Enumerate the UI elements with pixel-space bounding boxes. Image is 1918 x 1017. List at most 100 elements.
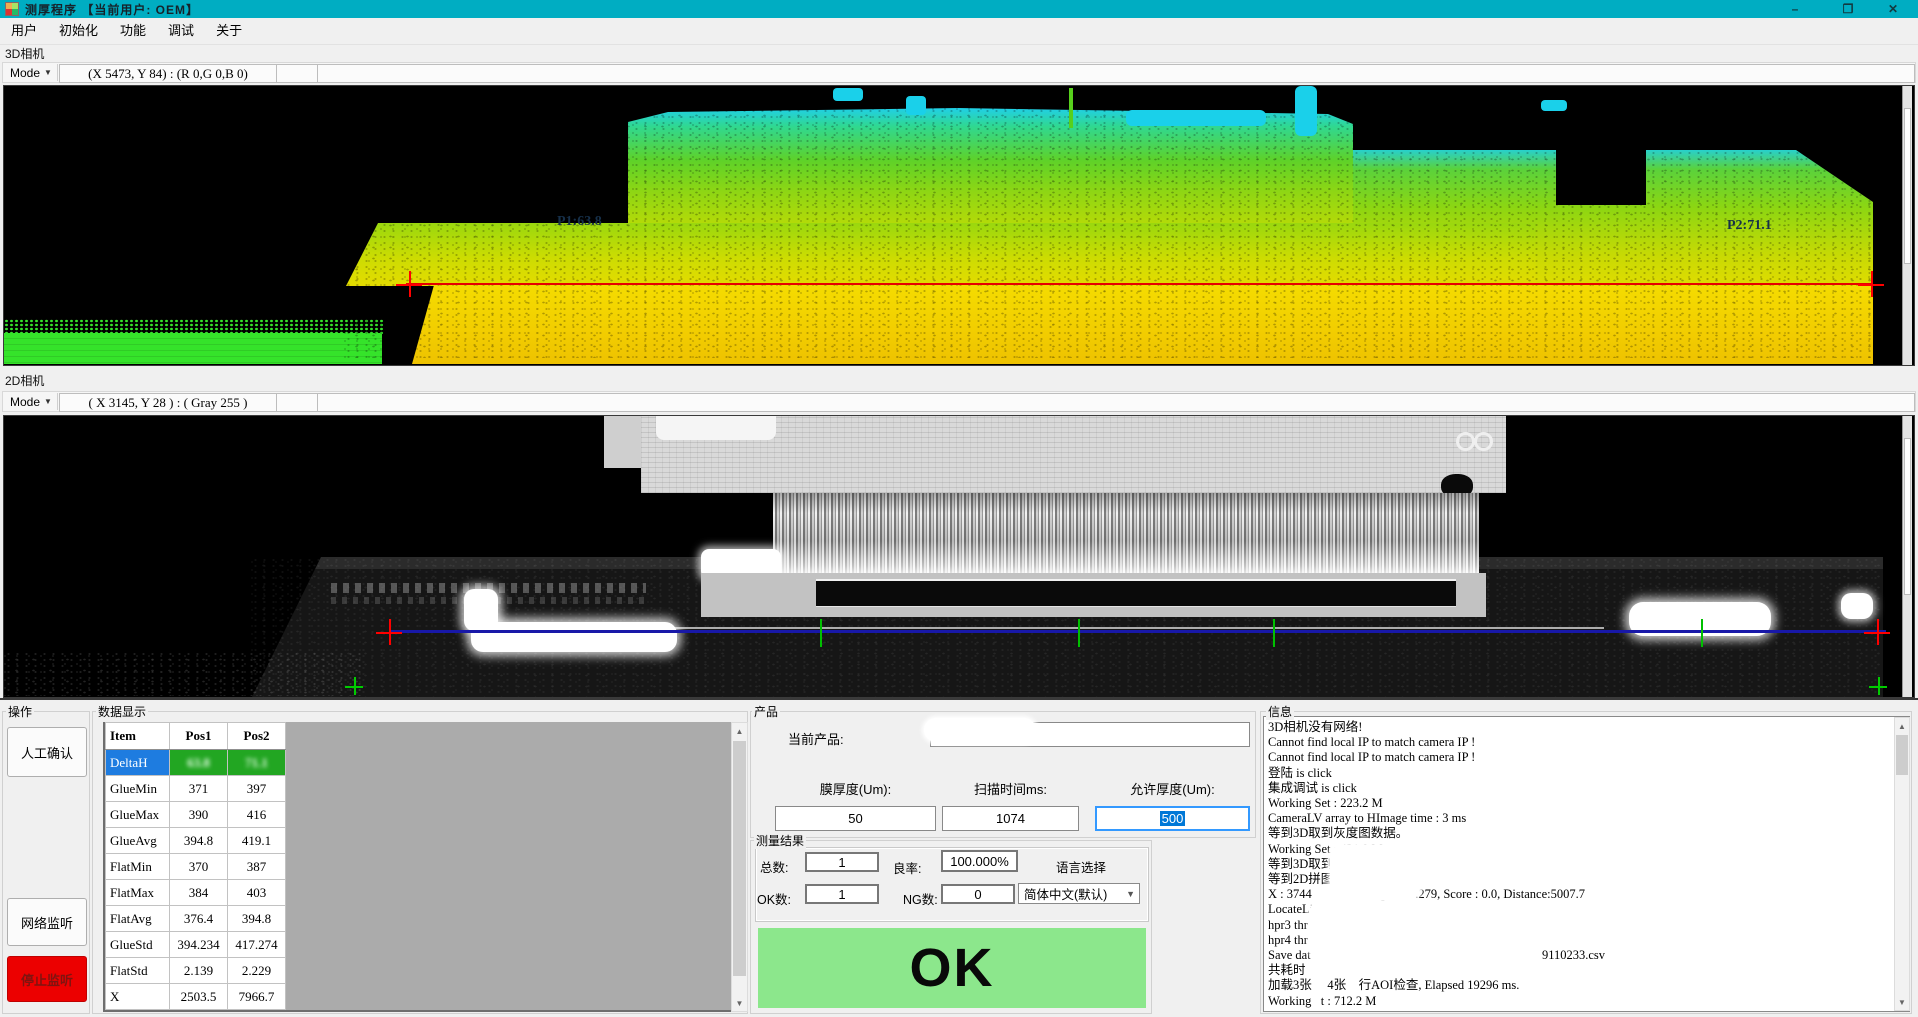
total-field: 1 — [805, 852, 879, 872]
green-tick — [820, 619, 822, 647]
camera3d-status-cell3 — [317, 64, 1915, 83]
col-item: Item — [106, 723, 170, 750]
minimize-button[interactable]: – — [1780, 0, 1810, 18]
camera2d-status-cell2 — [276, 393, 318, 412]
connector-slot — [816, 579, 1456, 607]
menu-debug[interactable]: 调试 — [157, 18, 205, 44]
yield-label: 良率: — [893, 858, 921, 877]
menu-about[interactable]: 关于 — [205, 18, 253, 44]
manual-confirm-button[interactable]: 人工确认 — [7, 727, 87, 777]
chevron-down-icon: ▼ — [44, 397, 52, 406]
col-pos2: Pos2 — [228, 723, 286, 750]
measurement-line-2d — [389, 630, 1886, 633]
camera-3d-image[interactable]: P1:63.8 P2:71.1 — [3, 85, 1915, 366]
p2-measurement-tag: P2:71.1 — [1727, 218, 1772, 234]
table-row[interactable]: GlueAvg394.8419.1 — [106, 828, 286, 854]
menu-function[interactable]: 功能 — [109, 18, 157, 44]
table-row[interactable]: DeltaH 63.8 71.1 — [106, 750, 286, 776]
yield-field: 100.000% — [941, 850, 1018, 872]
scan-time-field[interactable]: 1074 — [942, 806, 1079, 831]
log-line: Working t : 712.2 M — [1268, 994, 1905, 1009]
camera3d-scrollbar[interactable] — [1902, 86, 1912, 365]
camera3d-mode-button[interactable]: Mode ▼ — [5, 64, 58, 81]
ok-count-value: 1 — [838, 887, 845, 902]
camera2d-status-cell3 — [317, 393, 1915, 412]
table-row[interactable]: X2503.57966.7 — [106, 984, 286, 1010]
scroll-up-icon[interactable]: ▲ — [1895, 718, 1909, 734]
operation-group-label: 操作 — [6, 703, 34, 720]
language-select-label: 语言选择 — [1056, 857, 1106, 876]
scroll-down-icon[interactable]: ▼ — [732, 995, 747, 1011]
crosshair-green-left — [345, 677, 363, 695]
stop-listen-button[interactable]: 停止监听 — [7, 956, 87, 1002]
result-status-indicator: OK — [758, 928, 1146, 1008]
log-line: Cannot find local IP to match camera IP … — [1268, 750, 1905, 765]
window-title: 测厚程序 【当前用户: OEM】 — [25, 1, 199, 18]
log-line: Cannot find local IP to match camera IP … — [1268, 735, 1905, 750]
product-group-label: 产品 — [752, 703, 780, 720]
language-value: 简体中文(默认) — [1024, 884, 1107, 903]
cyan-fragment — [1541, 100, 1567, 111]
table-row[interactable]: FlatMin370387 — [106, 854, 286, 880]
data-grid[interactable]: Item Pos1 Pos2 DeltaH 63.8 71.1 GlueMin3… — [103, 722, 731, 1012]
cyan-fragment — [833, 88, 863, 101]
green-tick — [1701, 619, 1703, 647]
redaction-smear — [924, 718, 1036, 742]
cyan-fragment — [906, 96, 926, 115]
log-line: 登陆 is click — [1268, 766, 1905, 781]
network-listen-button[interactable]: 网络监听 — [7, 898, 87, 946]
camera-2d-image[interactable] — [3, 415, 1915, 698]
allowed-thickness-label: 允许厚度(Um): — [1095, 779, 1250, 798]
allowed-thickness-value: 500 — [1160, 811, 1186, 826]
camera2d-mode-button[interactable]: Mode ▼ — [5, 393, 58, 410]
info-log-scrollbar[interactable]: ▲ ▼ — [1894, 717, 1910, 1011]
white-highlight-blob — [1841, 593, 1873, 619]
log-line: 加载3张 4张 行AOI检查, Elapsed 19296 ms. — [1268, 978, 1905, 993]
camera2d-mode-label: Mode — [10, 395, 40, 409]
cyan-fragment — [1126, 110, 1266, 126]
menu-bar: 用户 初始化 功能 调试 关于 — [0, 18, 1918, 45]
log-line: 等到3D取到灰度图数据。 — [1268, 826, 1905, 841]
redaction-smear — [1330, 845, 1420, 900]
table-row[interactable]: GlueMax390416 — [106, 802, 286, 828]
pcb-pad-ring — [1456, 432, 1475, 451]
heightmap-green-band — [4, 333, 382, 364]
close-button[interactable]: ✕ — [1878, 0, 1908, 18]
table-row[interactable]: GlueStd394.234417.274 — [106, 932, 286, 958]
camera2d-scrollbar[interactable] — [1902, 416, 1912, 697]
table-header-row: Item Pos1 Pos2 — [106, 723, 286, 750]
camera2d-toolbar: Mode ▼ ( X 3145, Y 28 ) : ( Gray 255 ) — [2, 391, 1916, 412]
ok-count-field: 1 — [805, 884, 879, 904]
scroll-up-icon[interactable]: ▲ — [732, 723, 747, 739]
ok-count-label: OK数: — [757, 889, 791, 908]
speckle-strip — [4, 651, 364, 696]
allowed-thickness-field[interactable]: 500 — [1095, 806, 1250, 831]
p1-measurement-tag: P1:63.8 — [557, 214, 602, 230]
menu-user[interactable]: 用户 — [0, 18, 48, 44]
total-label: 总数: — [760, 857, 788, 876]
pcb-left-step — [604, 416, 644, 468]
cyan-fragment — [1295, 86, 1317, 136]
table-row[interactable]: FlatAvg376.4394.8 — [106, 906, 286, 932]
camera3d-status-cell2 — [276, 64, 318, 83]
table-row[interactable]: GlueMin371397 — [106, 776, 286, 802]
ng-count-label: NG数: — [903, 889, 938, 908]
maximize-button[interactable]: ❐ — [1833, 0, 1863, 18]
table-row[interactable]: FlatMax384403 — [106, 880, 286, 906]
scroll-down-icon[interactable]: ▼ — [1895, 994, 1909, 1010]
language-combobox[interactable]: 简体中文(默认) ▼ — [1018, 883, 1140, 904]
green-tick — [1078, 619, 1080, 647]
menu-init[interactable]: 初始化 — [48, 18, 109, 44]
scan-time-value: 1074 — [996, 811, 1025, 826]
crosshair-red-right-2d — [1864, 619, 1890, 645]
scan-time-label: 扫描时间ms: — [942, 779, 1079, 798]
total-value: 1 — [838, 855, 845, 870]
camera2d-label: 2D相机 — [5, 372, 44, 389]
current-product-label: 当前产品: — [788, 729, 844, 748]
camera3d-label: 3D相机 — [5, 45, 44, 62]
result-status-text: OK — [910, 937, 995, 999]
film-thickness-value: 50 — [848, 811, 862, 826]
data-grid-scrollbar[interactable]: ▲ ▼ — [731, 722, 748, 1012]
table-row[interactable]: FlatStd2.1392.229 — [106, 958, 286, 984]
film-thickness-field[interactable]: 50 — [775, 806, 936, 831]
